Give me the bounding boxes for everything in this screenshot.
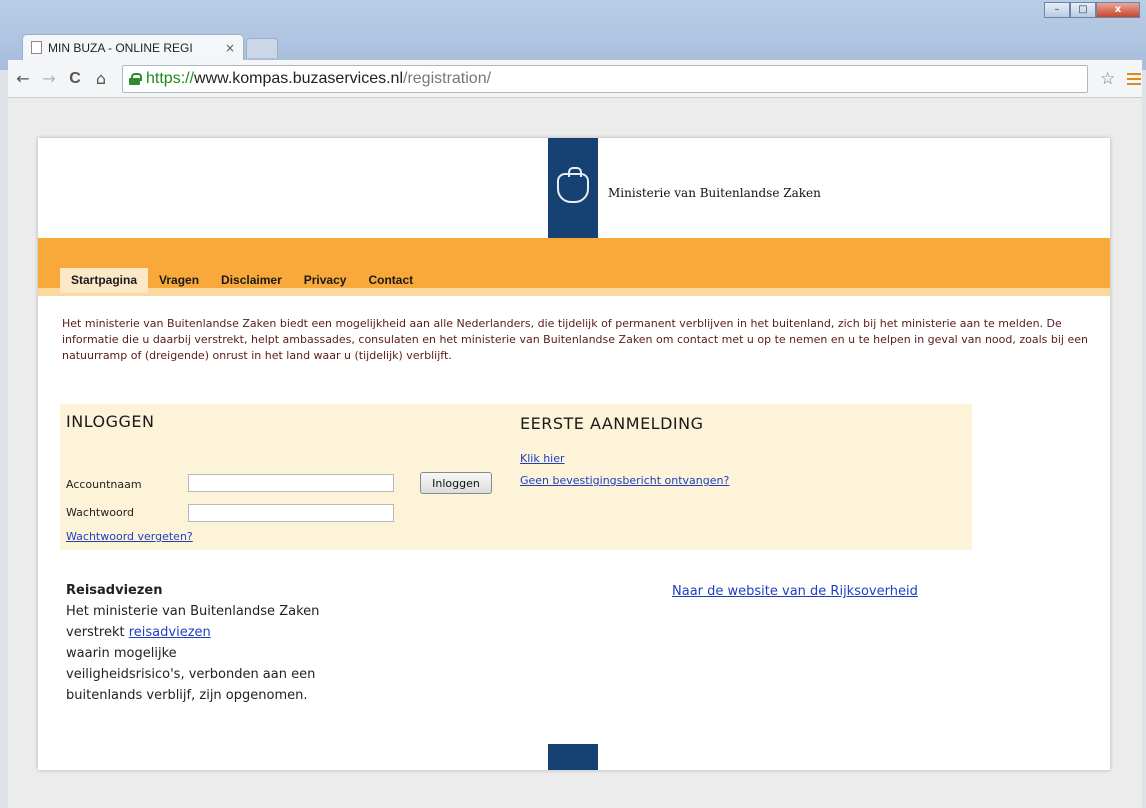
nav-item-startpagina[interactable]: Startpagina — [60, 268, 149, 293]
page-card: Ministerie van Buitenlandse Zaken Startp… — [38, 138, 1110, 770]
home-icon[interactable]: ⌂ — [90, 69, 112, 88]
crest-icon — [557, 167, 589, 203]
nav-item-vragen[interactable]: Vragen — [148, 268, 210, 293]
browser-tab[interactable]: MIN BUZA - ONLINE REGI × — [22, 34, 244, 60]
travel-advice-text: verstrekt — [66, 625, 129, 640]
password-label: Wachtwoord — [66, 506, 135, 519]
main-navigation: Startpagina Vragen Disclaimer Privacy Co… — [38, 238, 1110, 296]
nav-item-privacy[interactable]: Privacy — [293, 268, 358, 293]
window-controls: – □ x — [1044, 2, 1140, 18]
lock-icon — [129, 72, 142, 85]
minimize-button[interactable]: – — [1044, 2, 1070, 18]
browser-menu-icon[interactable] — [1127, 72, 1142, 85]
travel-advice-line: Het ministerie van Buitenlandse Zaken — [66, 604, 320, 619]
tab-close-icon[interactable]: × — [217, 41, 243, 55]
travel-advice-link[interactable]: reisadviezen — [129, 625, 211, 640]
travel-advice-line: verstrekt reisadviezen — [66, 622, 386, 643]
footer-logo-block — [548, 744, 598, 770]
close-window-button[interactable]: x — [1096, 2, 1140, 18]
nav-item-contact[interactable]: Contact — [357, 268, 424, 293]
travel-advice-line: veiligheidsrisico's, verbonden aan een — [66, 667, 316, 682]
address-bar[interactable]: https:// www.kompas.buzaservices.nl /reg… — [122, 64, 1088, 93]
travel-advice-title: Reisadviezen — [66, 583, 163, 598]
url-path: /registration/ — [403, 69, 492, 87]
ministry-name: Ministerie van Buitenlandse Zaken — [608, 186, 821, 200]
login-button[interactable]: Inloggen — [420, 472, 492, 494]
reload-icon[interactable]: C — [64, 70, 86, 88]
travel-advice-section: Reisadviezen Het ministerie van Buitenla… — [66, 580, 386, 706]
forgot-password-link[interactable]: Wachtwoord vergeten? — [66, 530, 193, 543]
login-heading: INLOGGEN — [66, 412, 155, 431]
maximize-button[interactable]: □ — [1070, 2, 1096, 18]
government-logo — [548, 138, 598, 238]
new-tab-button[interactable] — [246, 38, 278, 58]
nav-item-disclaimer[interactable]: Disclaimer — [210, 268, 293, 293]
travel-advice-line: waarin mogelijke — [66, 646, 177, 661]
forward-arrow-icon[interactable]: → — [38, 69, 60, 88]
browser-toolbar: ← → C ⌂ https:// www.kompas.buzaservices… — [8, 60, 1142, 98]
url-scheme: https:// — [146, 69, 195, 87]
password-input[interactable] — [188, 504, 394, 522]
account-input[interactable] — [188, 474, 394, 492]
account-label: Accountnaam — [66, 478, 142, 491]
rijksoverheid-link[interactable]: Naar de website van de Rijksoverheid — [672, 584, 918, 599]
tab-title: MIN BUZA - ONLINE REGI — [48, 40, 193, 55]
page-viewport: Ministerie van Buitenlandse Zaken Startp… — [8, 98, 1142, 808]
click-here-link[interactable]: Klik hier — [520, 452, 565, 465]
page-icon — [31, 41, 42, 54]
bookmark-star-icon[interactable]: ☆ — [1100, 69, 1115, 89]
no-confirmation-link[interactable]: Geen bevestigingsbericht ontvangen? — [520, 474, 729, 487]
first-registration-heading: EERSTE AANMELDING — [520, 414, 704, 433]
intro-text: Het ministerie van Buitenlandse Zaken bi… — [62, 317, 1088, 362]
back-arrow-icon[interactable]: ← — [12, 69, 34, 88]
login-panel: INLOGGEN Accountnaam Wachtwoord Inloggen… — [60, 404, 972, 550]
url-host: www.kompas.buzaservices.nl — [194, 69, 403, 87]
travel-advice-line: buitenlands verblijf, zijn opgenomen. — [66, 688, 308, 703]
